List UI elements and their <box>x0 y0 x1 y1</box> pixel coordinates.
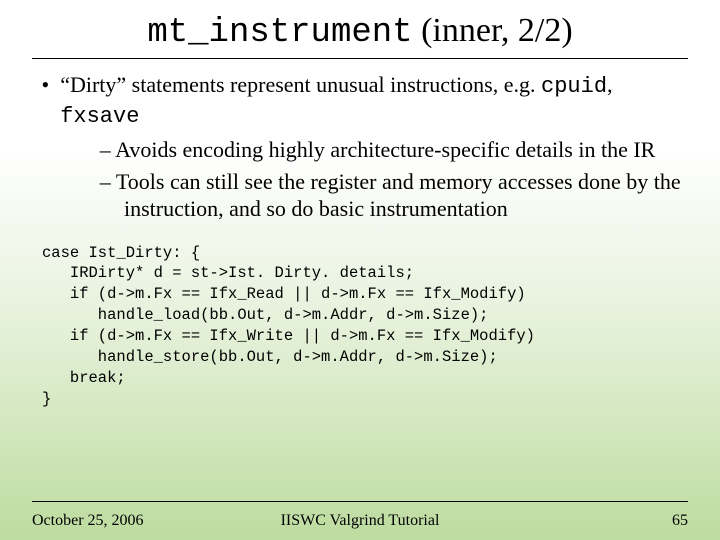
title-code: mt_instrument <box>147 14 412 52</box>
slide-title: mt_instrument (inner, 2/2) <box>0 0 720 56</box>
sub-bullet-2-text: Tools can still see the register and mem… <box>116 169 681 222</box>
sub-bullet-2: – Tools can still see the register and m… <box>100 168 684 223</box>
slide: mt_instrument (inner, 2/2) “Dirty” state… <box>0 0 720 540</box>
sub-bullet-1: – Avoids encoding highly architecture-sp… <box>100 136 684 164</box>
bullet-1-text-b: , <box>607 72 613 97</box>
content-area: “Dirty” statements represent unusual ins… <box>0 59 720 223</box>
bullet-1-text-a: “Dirty” statements represent unusual ins… <box>60 72 541 97</box>
footer-center: IISWC Valgrind Tutorial <box>32 512 688 530</box>
footer: October 25, 2006 IISWC Valgrind Tutorial… <box>32 512 688 530</box>
title-rest: (inner, 2/2) <box>413 12 573 49</box>
bullet-1-code-1: cpuid <box>541 74 607 99</box>
sub-bullet-1-text: Avoids encoding highly architecture-spec… <box>115 137 655 162</box>
code-block: case Ist_Dirty: { IRDirty* d = st->Ist. … <box>0 229 720 410</box>
bullet-1-code-2: fxsave <box>60 104 139 129</box>
footer-rule <box>32 501 688 502</box>
bullet-list: “Dirty” statements represent unusual ins… <box>36 71 684 223</box>
bullet-1: “Dirty” statements represent unusual ins… <box>60 71 684 223</box>
sub-bullets: – Avoids encoding highly architecture-sp… <box>60 130 684 223</box>
